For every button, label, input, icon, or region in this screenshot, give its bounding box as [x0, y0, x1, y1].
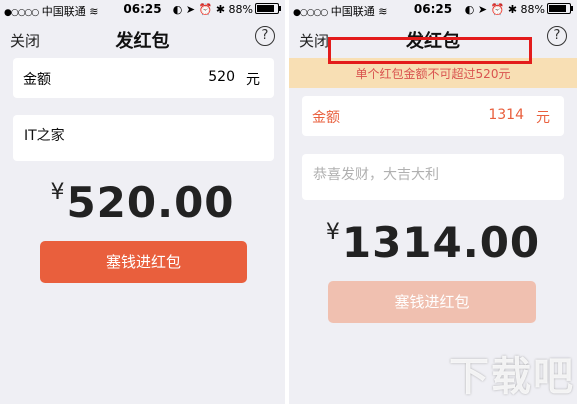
currency-symbol: ¥ — [325, 220, 340, 245]
location-icon: ➤ — [185, 3, 196, 16]
battery-icon — [547, 3, 573, 14]
amount-field[interactable]: 金额 1314 元 — [302, 96, 564, 136]
total-amount: ¥1314.00 — [289, 218, 577, 267]
status-right: ◐ ➤ ⏰ ✱ 88% — [172, 3, 281, 16]
greeting-text: IT之家 — [24, 128, 65, 144]
amount-unit: 元 — [536, 110, 550, 126]
warning-text: 单个红包金额不可超过520元 — [355, 67, 511, 81]
amount-label: 金额 — [23, 72, 51, 88]
right-screen: ●○○○○ 中国联通 ≋ 06:25 ◐ ➤ ⏰ ✱ 88% 关闭 发红包 ? … — [289, 0, 577, 404]
greeting-input[interactable]: 恭喜发财，大吉大利 — [302, 154, 564, 200]
battery-percent: 88% — [228, 3, 253, 16]
help-icon[interactable]: ? — [255, 26, 275, 46]
battery-percent: 88% — [520, 3, 545, 16]
watermark-text: 下载吧 — [449, 354, 575, 400]
total-amount-value: 520.00 — [66, 178, 235, 227]
status-right: ◐ ➤ ⏰ ✱ 88% — [464, 3, 573, 16]
amount-value: 520 — [208, 69, 235, 85]
location-icon: ➤ — [477, 3, 488, 16]
greeting-input[interactable]: IT之家 — [13, 115, 274, 161]
watermark-logo: 下载吧 — [449, 344, 575, 402]
alarm-icon: ⏰ — [490, 3, 505, 16]
currency-symbol: ¥ — [50, 180, 65, 205]
total-amount: ¥520.00 — [0, 178, 285, 227]
lock-icon: ◐ — [172, 3, 183, 16]
bluetooth-icon: ✱ — [215, 3, 226, 16]
highlight-frame — [328, 37, 532, 64]
status-bar: ●○○○○ 中国联通 ≋ 06:25 ◐ ➤ ⏰ ✱ 88% — [0, 0, 285, 20]
total-amount-value: 1314.00 — [341, 218, 541, 267]
send-money-button[interactable]: 塞钱进红包 — [40, 241, 247, 283]
battery-icon — [255, 3, 281, 14]
page-title: 发红包 — [115, 31, 170, 52]
lock-icon: ◐ — [464, 3, 475, 16]
send-money-button-disabled[interactable]: 塞钱进红包 — [328, 281, 536, 323]
greeting-placeholder: 恭喜发财，大吉大利 — [313, 167, 439, 183]
help-icon[interactable]: ? — [547, 26, 567, 46]
amount-label: 金额 — [312, 110, 340, 126]
left-screen: ●○○○○ 中国联通 ≋ 06:25 ◐ ➤ ⏰ ✱ 88% 关闭 发红包 ? … — [0, 0, 285, 404]
bluetooth-icon: ✱ — [507, 3, 518, 16]
alarm-icon: ⏰ — [198, 3, 213, 16]
amount-value: 1314 — [488, 107, 524, 123]
amount-field[interactable]: 金额 520 元 — [13, 58, 274, 98]
nav-bar: 关闭 发红包 ? — [0, 20, 285, 56]
amount-unit: 元 — [246, 72, 260, 88]
status-bar: ●○○○○ 中国联通 ≋ 06:25 ◐ ➤ ⏰ ✱ 88% — [289, 0, 577, 20]
